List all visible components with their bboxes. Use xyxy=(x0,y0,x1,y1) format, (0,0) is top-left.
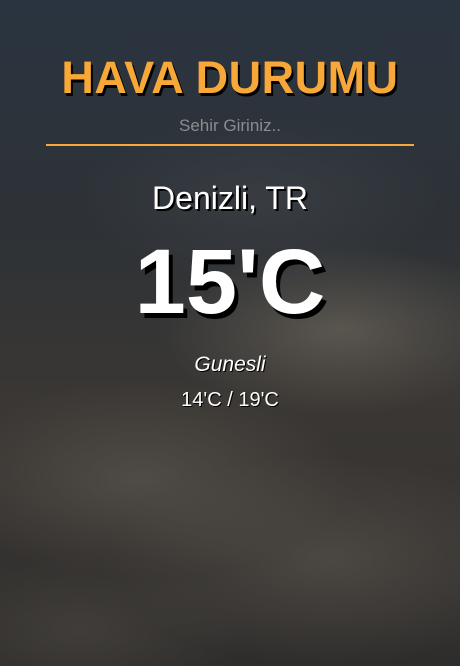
app-title: HAVA DURUMU xyxy=(61,52,399,103)
weather-description: Gunesli xyxy=(194,353,266,376)
current-temperature: 15'C xyxy=(134,231,326,333)
search-box xyxy=(46,116,414,146)
location-label: Denizli, TR xyxy=(152,180,308,216)
city-search-input[interactable] xyxy=(46,116,414,136)
temperature-range: 14'C / 19'C xyxy=(181,389,279,411)
weather-app: HAVA DURUMU Denizli, TR 15'C Gunesli 14'… xyxy=(0,0,460,666)
